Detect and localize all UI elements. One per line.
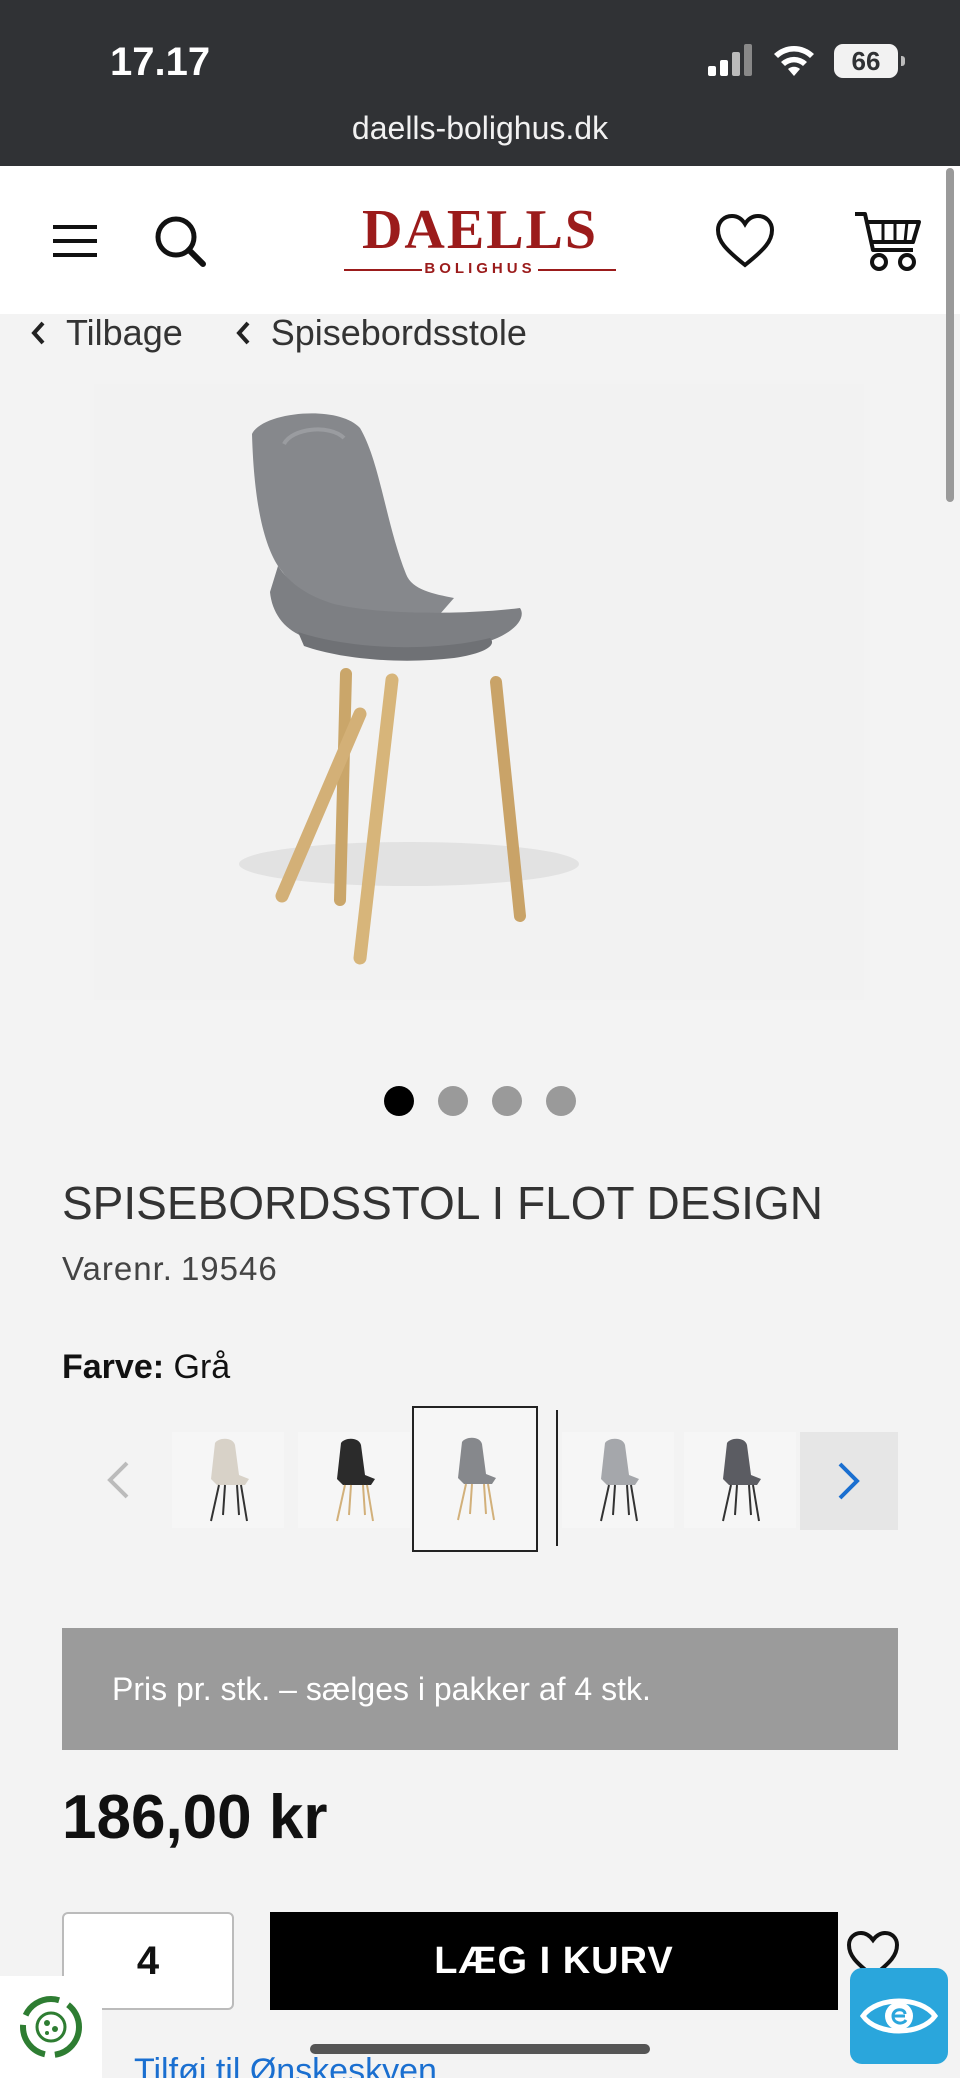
recycle-icon (20, 1996, 82, 2058)
chevron-left-icon (107, 1461, 129, 1499)
home-indicator[interactable] (310, 2044, 650, 2054)
color-swatch-light-gray[interactable] (562, 1432, 674, 1528)
swatch-divider (556, 1410, 558, 1546)
chair-illustration (239, 413, 579, 965)
chevron-left-icon (236, 321, 250, 345)
eye-icon (859, 1998, 939, 2034)
product-image[interactable] (94, 384, 864, 1000)
status-icons: 66 (708, 44, 905, 78)
chair-thumbnail (210, 1438, 249, 1522)
color-swatch-beige[interactable] (172, 1432, 284, 1528)
logo-brand-text: DAELLS (361, 199, 599, 261)
back-link[interactable]: Tilbage (30, 312, 183, 354)
add-to-cart-button[interactable]: LÆG I KURV (270, 1912, 838, 2010)
wifi-icon (774, 46, 814, 76)
wishlist-link[interactable]: Tilføj til Ønskeskyen (134, 2052, 437, 2078)
breadcrumb: Tilbage Spisebordsstole (30, 310, 579, 356)
color-selection: Farve: Grå (62, 1348, 230, 1387)
swatch-next-button[interactable] (800, 1432, 898, 1530)
color-swatch-gray-selected[interactable] (412, 1406, 538, 1552)
chair-thumbnail (336, 1438, 375, 1522)
product-sku: Varenr. 19546 (62, 1250, 278, 1288)
product-price: 186,00 kr (62, 1783, 328, 1852)
menu-icon (53, 225, 97, 257)
gallery-dot[interactable] (438, 1086, 468, 1116)
category-link-label: Spisebordsstole (270, 312, 527, 353)
heart-icon (715, 213, 775, 268)
logo-sub-text: BOLIGHUS (340, 260, 620, 277)
daells-logo[interactable]: DAELLS BOLIGHUS (340, 202, 620, 282)
search-icon (155, 216, 206, 267)
color-swatch-carousel (62, 1406, 898, 1552)
search-button[interactable] (145, 206, 215, 276)
chair-thumbnail (600, 1438, 639, 1522)
cart-icon (855, 212, 921, 271)
color-label: Farve: (62, 1348, 165, 1386)
chair-thumbnail (457, 1437, 496, 1521)
menu-button[interactable] (40, 206, 110, 276)
recycle-badge[interactable] (0, 1976, 102, 2078)
pack-info-banner: Pris pr. stk. – sælges i pakker af 4 stk… (62, 1628, 898, 1750)
gallery-dot[interactable] (384, 1086, 414, 1116)
color-swatch-black[interactable] (298, 1432, 410, 1528)
sku-value: 19546 (180, 1250, 278, 1287)
gallery-dot[interactable] (546, 1086, 576, 1116)
battery-indicator: 66 (834, 44, 905, 78)
gallery-pagination (0, 1086, 960, 1116)
site-header: DAELLS BOLIGHUS (0, 166, 960, 314)
color-swatch-dark-gray[interactable] (684, 1432, 796, 1528)
accessibility-eye-button[interactable] (850, 1968, 948, 2064)
product-title: SPISEBORDSSTOL I FLOT DESIGN (62, 1177, 823, 1229)
category-link[interactable]: Spisebordsstole (235, 312, 527, 354)
page-scrollbar[interactable] (946, 168, 954, 502)
cellular-signal-icon (708, 44, 752, 76)
status-bar: 17.17 66 daells-bolighus.dk (0, 0, 960, 166)
cart-button[interactable] (848, 206, 928, 276)
swatch-prev-button[interactable] (82, 1432, 154, 1528)
wishlist-header-button[interactable] (710, 206, 780, 276)
gallery-dot[interactable] (492, 1086, 522, 1116)
sku-label: Varenr. (62, 1250, 173, 1287)
chevron-right-icon (838, 1462, 860, 1500)
color-value: Grå (173, 1348, 231, 1386)
address-bar-url[interactable]: daells-bolighus.dk (0, 110, 960, 147)
chair-thumbnail (722, 1438, 761, 1522)
status-time: 17.17 (110, 40, 211, 84)
chevron-left-icon (31, 321, 45, 345)
back-link-label: Tilbage (66, 312, 183, 353)
